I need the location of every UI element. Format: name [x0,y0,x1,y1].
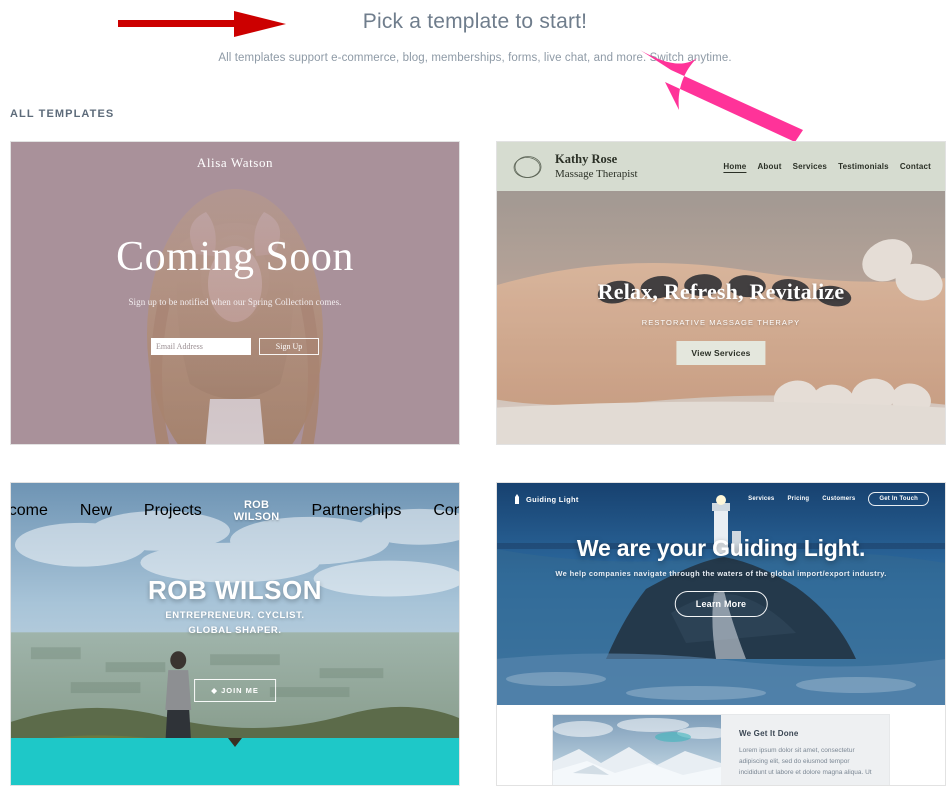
nav-link-customers[interactable]: Customers [822,496,855,502]
scroll-down-chevron-icon[interactable] [228,738,242,747]
brand-text-block: Kathy Rose Massage Therapist [555,152,638,181]
view-services-button[interactable]: View Services [676,341,766,365]
email-input[interactable]: Email Address [151,338,251,355]
hero-subtext: RESTORATIVE MASSAGE THERAPY [641,318,801,327]
red-arrow-icon [118,11,286,37]
nav-link-partnerships[interactable]: Partnerships [312,502,402,520]
hero-subtext: ENTREPRENEUR. CYCLIST. GLOBAL SHAPER. [11,608,459,638]
lighthouse-icon [515,493,519,504]
hero-headline: We are your Guiding Light. [576,535,866,561]
panel-paragraph: Lorem ipsum dolor sit amet, consectetur … [739,747,872,776]
logo[interactable]: ROB WILSON [234,499,280,523]
content-panel: We Get It Done Lorem ipsum dolor sit ame… [553,715,889,785]
logo[interactable]: Guiding Light [513,493,579,505]
brand-name: Alisa Watson [196,155,274,170]
nav-link-projects[interactable]: Projects [144,502,202,520]
template-card-guiding-light[interactable]: Guiding Light Services Pricing Customers… [496,482,946,786]
template-card-kathy-rose[interactable]: Kathy Rose Massage Therapist Home About … [496,141,946,445]
diamond-icon [211,687,218,694]
panel-body: We Get It Done Lorem ipsum dolor sit ame… [721,715,889,785]
panel-image [553,715,721,785]
hero-section: Guiding Light Services Pricing Customers… [497,483,945,705]
nav-link-contact[interactable]: Contact [900,162,931,171]
panel-heading: We Get It Done [739,729,799,738]
template-card-rob-wilson[interactable]: Welcome New Projects ROB WILSON Partners… [10,482,460,786]
logo-text: Guiding Light [526,494,579,504]
template-picker-page: Pick a template to start! All templates … [0,0,950,793]
ellipse-sketch-icon [513,155,542,178]
nav-link-services[interactable]: Services [793,162,828,171]
brand-name: Kathy Rose [555,152,618,166]
nav-link-testimonials[interactable]: Testimonials [838,162,889,171]
photo-overlay [11,142,459,444]
hero-section: Relax, Refresh, Revitalize RESTORATIVE M… [497,191,945,444]
logo-line-1: ROB [243,499,270,511]
hero-headline: ROB WILSON [148,575,322,605]
logo-line-2: WILSON [233,511,280,523]
nav-link-about[interactable]: About [757,162,781,171]
navbar: Guiding Light Services Pricing Customers… [497,483,945,515]
page-subtitle: All templates support e-commerce, blog, … [218,52,732,64]
logo[interactable]: Kathy Rose Massage Therapist [511,152,638,181]
join-me-button[interactable]: JOIN ME [194,679,276,702]
nav-links: Home About Services Testimonials Contact [723,162,931,171]
nav-link-new[interactable]: New [80,502,112,520]
nav-links: Services Pricing Customers Get In Touch [748,492,929,506]
hero-subtext-line-1: ENTREPRENEUR. CYCLIST. [165,610,305,621]
nav-link-services[interactable]: Services [748,496,774,502]
signup-button[interactable]: Sign Up [259,338,319,355]
nav-link-pricing[interactable]: Pricing [787,496,809,502]
template-card-alisa-watson[interactable]: Alisa Watson Coming Soon Sign up to be n… [10,141,460,445]
hero-subtext: We help companies navigate through the w… [555,569,887,578]
glacier-photo [553,715,721,785]
navbar: Welcome New Projects ROB WILSON Partners… [11,491,459,531]
nav-link-contact[interactable]: Contact [433,502,459,520]
hero-subtext-line-2: GLOBAL SHAPER. [188,625,282,636]
join-me-label: JOIN ME [221,686,259,695]
template-grid: Alisa Watson Coming Soon Sign up to be n… [10,141,946,786]
navbar: Kathy Rose Massage Therapist Home About … [497,142,945,191]
section-label-all-templates: ALL TEMPLATES [10,108,115,120]
hero-subtext: Sign up to be notified when our Spring C… [128,297,342,307]
learn-more-button[interactable]: Learn More [674,591,768,617]
get-in-touch-button[interactable]: Get In Touch [868,492,929,506]
hero-headline: Coming Soon [116,234,354,280]
pink-arrow-icon [640,50,803,142]
hero-headline: Relax, Refresh, Revitalize [597,279,845,304]
nav-link-welcome[interactable]: Welcome [11,502,48,520]
nav-link-home[interactable]: Home [723,162,746,171]
signup-form: Email Address Sign Up [11,338,459,355]
brand-tagline: Massage Therapist [555,168,638,180]
